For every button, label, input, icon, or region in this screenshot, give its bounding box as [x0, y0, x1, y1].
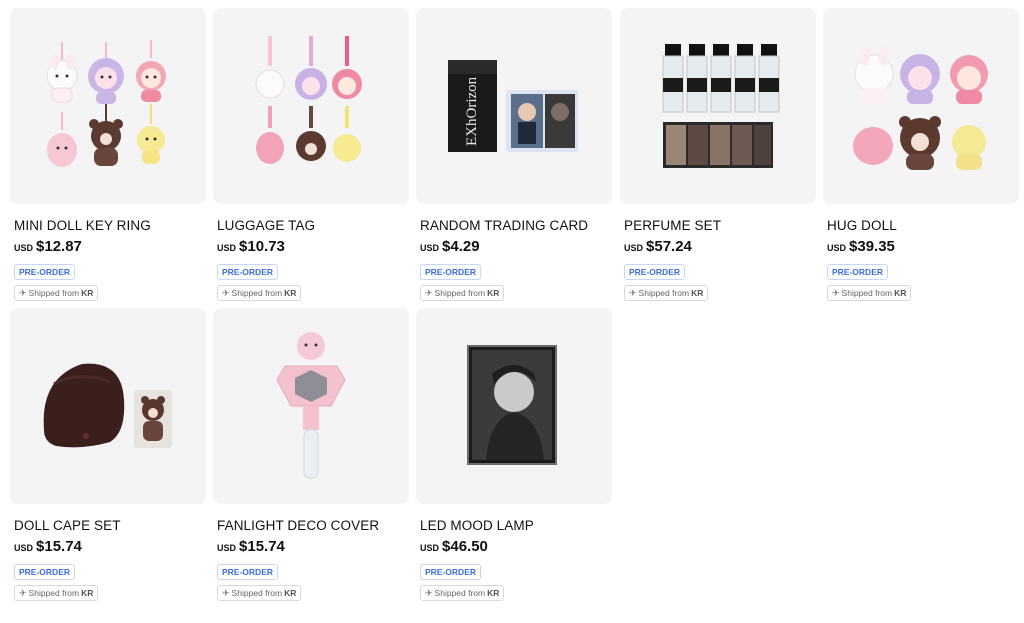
shipping-label: Shipped from	[231, 588, 283, 598]
shipping-label: Shipped from	[28, 288, 80, 298]
price-row: USD $10.73	[217, 238, 409, 255]
currency-code: USD	[827, 243, 847, 253]
price-row: USD $4.29	[420, 238, 612, 255]
product-name[interactable]: LUGGAGE TAG	[217, 218, 409, 233]
product-price: $46.50	[442, 538, 488, 555]
product-card[interactable]: DOLL CAPE SET USD $15.74 PRE-ORDER ✈ Shi…	[10, 308, 206, 601]
card-pack-label: EXhOrizon	[464, 76, 480, 146]
product-price: $15.74	[36, 538, 82, 555]
shipping-badge: ✈ Shipped from KR	[420, 285, 505, 301]
shipping-origin: KR	[284, 588, 297, 598]
shipping-label: Shipped from	[638, 288, 690, 298]
badge-group: PRE-ORDER ✈ Shipped from KR	[420, 564, 612, 601]
product-image[interactable]	[620, 8, 816, 204]
preorder-badge: PRE-ORDER	[624, 264, 686, 280]
airplane-icon: ✈	[832, 288, 840, 298]
airplane-icon: ✈	[425, 588, 433, 598]
product-image[interactable]	[213, 8, 409, 204]
preorder-badge: PRE-ORDER	[420, 564, 482, 580]
product-image[interactable]	[213, 308, 409, 504]
badge-group: PRE-ORDER ✈ Shipped from KR	[624, 264, 816, 301]
product-name[interactable]: DOLL CAPE SET	[14, 518, 206, 533]
badge-group: PRE-ORDER ✈ Shipped from KR	[217, 264, 409, 301]
currency-code: USD	[217, 543, 237, 553]
shipping-origin: KR	[894, 288, 907, 298]
preorder-badge: PRE-ORDER	[420, 264, 482, 280]
price-row: USD $15.74	[217, 538, 409, 555]
product-name[interactable]: RANDOM TRADING CARD	[420, 218, 612, 233]
price-row: USD $57.24	[624, 238, 816, 255]
shipping-badge: ✈ Shipped from KR	[14, 585, 99, 601]
product-card[interactable]: HUG DOLL USD $39.35 PRE-ORDER ✈ Shipped …	[823, 8, 1019, 301]
price-row: USD $12.87	[14, 238, 206, 255]
product-card[interactable]: PERFUME SET USD $57.24 PRE-ORDER ✈ Shipp…	[620, 8, 816, 301]
shipping-origin: KR	[284, 288, 297, 298]
shipping-badge: ✈ Shipped from KR	[217, 285, 302, 301]
currency-code: USD	[217, 243, 237, 253]
currency-code: USD	[420, 243, 440, 253]
product-card[interactable]: LUGGAGE TAG USD $10.73 PRE-ORDER ✈ Shipp…	[213, 8, 409, 301]
shipping-label: Shipped from	[231, 288, 283, 298]
product-image[interactable]	[10, 308, 206, 504]
shipping-origin: KR	[487, 288, 500, 298]
product-image[interactable]: EXhOrizon	[416, 8, 612, 204]
airplane-icon: ✈	[19, 288, 27, 298]
airplane-icon: ✈	[19, 588, 27, 598]
product-price: $15.74	[239, 538, 285, 555]
product-name[interactable]: MINI DOLL KEY RING	[14, 218, 206, 233]
shipping-origin: KR	[691, 288, 704, 298]
badge-group: PRE-ORDER ✈ Shipped from KR	[827, 264, 1019, 301]
preorder-badge: PRE-ORDER	[827, 264, 889, 280]
shipping-badge: ✈ Shipped from KR	[624, 285, 709, 301]
preorder-badge: PRE-ORDER	[217, 264, 279, 280]
shipping-origin: KR	[81, 588, 94, 598]
shipping-label: Shipped from	[434, 588, 486, 598]
shipping-origin: KR	[487, 588, 500, 598]
shipping-origin: KR	[81, 288, 94, 298]
product-image[interactable]	[823, 8, 1019, 204]
product-price: $10.73	[239, 238, 285, 255]
preorder-badge: PRE-ORDER	[14, 564, 76, 580]
price-row: USD $46.50	[420, 538, 612, 555]
product-grid: MINI DOLL KEY RING USD $12.87 PRE-ORDER …	[0, 0, 1024, 623]
currency-code: USD	[14, 243, 34, 253]
currency-code: USD	[14, 543, 34, 553]
airplane-icon: ✈	[425, 288, 433, 298]
shipping-label: Shipped from	[28, 588, 80, 598]
product-card[interactable]: LED MOOD LAMP USD $46.50 PRE-ORDER ✈ Shi…	[416, 308, 612, 601]
shipping-badge: ✈ Shipped from KR	[420, 585, 505, 601]
product-card[interactable]: EXhOrizon RANDOM TRADING CARD USD $4.29 …	[416, 8, 612, 301]
product-name[interactable]: PERFUME SET	[624, 218, 816, 233]
badge-group: PRE-ORDER ✈ Shipped from KR	[14, 264, 206, 301]
product-price: $57.24	[646, 238, 692, 255]
product-name[interactable]: FANLIGHT DECO COVER	[217, 518, 409, 533]
price-row: USD $15.74	[14, 538, 206, 555]
product-image[interactable]	[416, 308, 612, 504]
product-price: $4.29	[442, 238, 480, 255]
shipping-badge: ✈ Shipped from KR	[827, 285, 912, 301]
product-name[interactable]: HUG DOLL	[827, 218, 1019, 233]
shipping-label: Shipped from	[434, 288, 486, 298]
shipping-label: Shipped from	[841, 288, 893, 298]
currency-code: USD	[624, 243, 644, 253]
badge-group: PRE-ORDER ✈ Shipped from KR	[217, 564, 409, 601]
airplane-icon: ✈	[222, 288, 230, 298]
preorder-badge: PRE-ORDER	[14, 264, 76, 280]
product-price: $39.35	[849, 238, 895, 255]
airplane-icon: ✈	[222, 588, 230, 598]
shipping-badge: ✈ Shipped from KR	[217, 585, 302, 601]
currency-code: USD	[420, 543, 440, 553]
airplane-icon: ✈	[629, 288, 637, 298]
product-image[interactable]	[10, 8, 206, 204]
product-name[interactable]: LED MOOD LAMP	[420, 518, 612, 533]
product-price: $12.87	[36, 238, 82, 255]
preorder-badge: PRE-ORDER	[217, 564, 279, 580]
badge-group: PRE-ORDER ✈ Shipped from KR	[14, 564, 206, 601]
product-card[interactable]: FANLIGHT DECO COVER USD $15.74 PRE-ORDER…	[213, 308, 409, 601]
price-row: USD $39.35	[827, 238, 1019, 255]
product-card[interactable]: MINI DOLL KEY RING USD $12.87 PRE-ORDER …	[10, 8, 206, 301]
shipping-badge: ✈ Shipped from KR	[14, 285, 99, 301]
badge-group: PRE-ORDER ✈ Shipped from KR	[420, 264, 612, 301]
